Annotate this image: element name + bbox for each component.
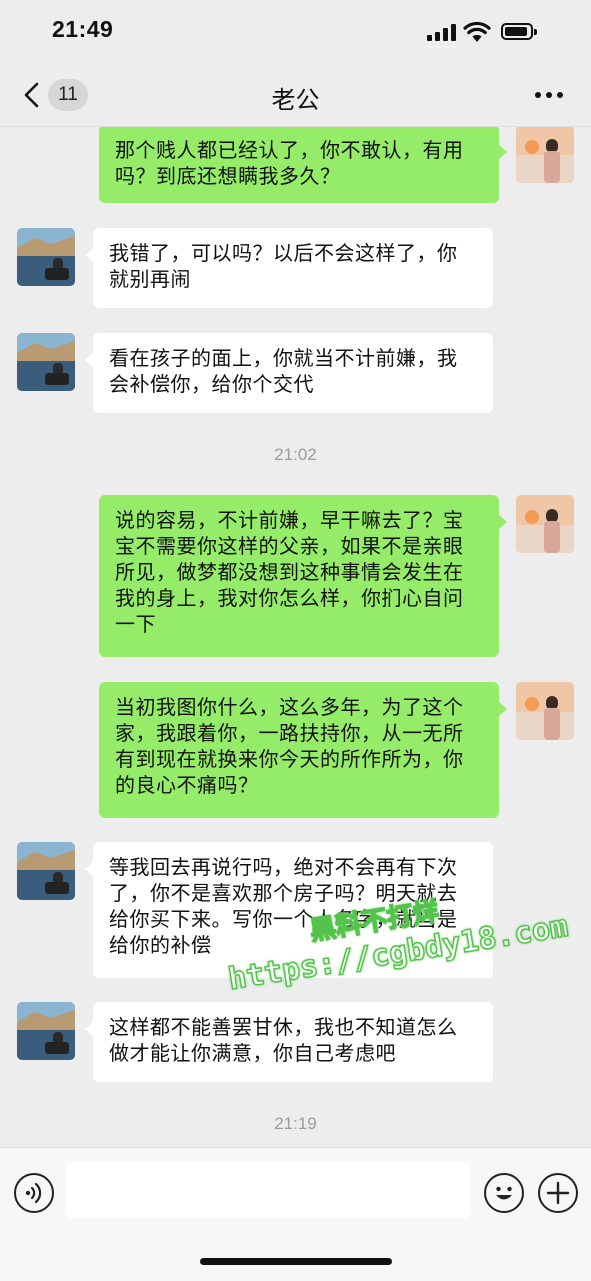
outgoing-message[interactable]: 说的容易，不计前嫌，早干嘛去了？宝宝不需要你这样的父亲，如果不是亲眼所见，做梦都… — [99, 495, 507, 657]
message-timestamp: 21:19 — [274, 1114, 317, 1133]
incoming-message[interactable]: 等我回去再说行吗，绝对不会再有下次了，你不是喜欢那个房子吗？明天就去给你买下来。… — [85, 842, 493, 978]
my-avatar[interactable] — [516, 682, 574, 740]
status-time: 21:49 — [52, 16, 114, 42]
chat-messages[interactable]: 那个贱人都已经认了，你不敢认，有用吗？到底还想瞒我多久？ 我错了，可以吗？以后不… — [0, 127, 591, 1147]
outgoing-message[interactable]: 当初我图你什么，这么多年，为了这个家，我跟着你，一路扶持你，从一无所有到现在就换… — [99, 682, 507, 818]
chat-title: 老公 — [271, 86, 320, 114]
contact-avatar[interactable] — [17, 842, 75, 900]
outgoing-message[interactable]: 那个贱人都已经认了，你不敢认，有用吗？到底还想瞒我多久？ — [99, 127, 507, 203]
plus-icon[interactable] — [538, 1173, 578, 1213]
voice-icon[interactable] — [14, 1173, 54, 1213]
contact-avatar[interactable] — [17, 1002, 75, 1060]
my-avatar[interactable] — [516, 495, 574, 553]
status-bar: 21:49 — [0, 0, 591, 62]
incoming-message[interactable]: 这样都不能善罢甘休，我也不知道怎么做才能让你满意，你自己考虑吧 — [85, 1002, 493, 1082]
cellular-signal-icon — [427, 24, 457, 41]
wifi-icon — [463, 21, 491, 42]
emoji-icon[interactable] — [484, 1173, 524, 1213]
home-indicator[interactable] — [200, 1258, 392, 1265]
contact-avatar[interactable] — [17, 333, 75, 391]
battery-icon — [501, 23, 537, 40]
my-avatar[interactable] — [516, 127, 574, 183]
incoming-message[interactable]: 我错了，可以吗？以后不会这样了，你就别再闹 — [85, 228, 493, 308]
more-dots-icon[interactable] — [535, 92, 563, 98]
message-timestamp: 21:02 — [274, 445, 317, 464]
message-input[interactable] — [66, 1162, 470, 1218]
incoming-message[interactable]: 看在孩子的面上，你就当不计前嫌，我会补偿你，给你个交代 — [85, 333, 493, 413]
contact-avatar[interactable] — [17, 228, 75, 286]
chat-header: 11 老公 — [0, 62, 591, 127]
